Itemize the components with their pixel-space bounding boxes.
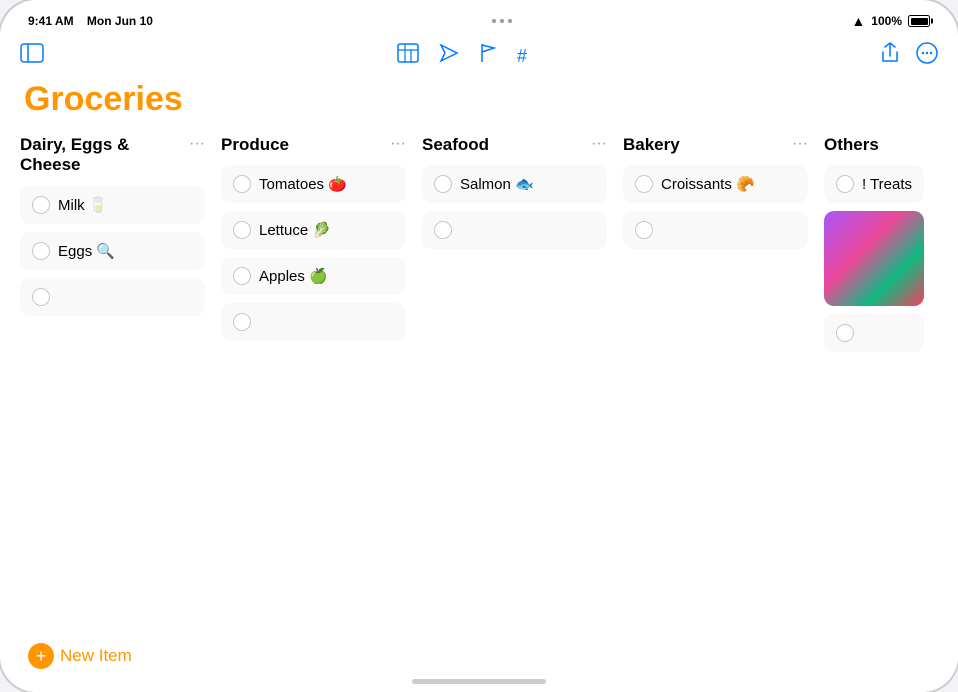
new-item-plus-icon: + bbox=[28, 643, 54, 669]
item-label-treats: ! Treats for bbox=[862, 176, 912, 193]
column-more-dairy[interactable]: ··· bbox=[185, 135, 205, 153]
item-checkbox[interactable] bbox=[635, 221, 653, 239]
item-checkbox[interactable] bbox=[434, 221, 452, 239]
item-checkbox[interactable] bbox=[635, 175, 653, 193]
item-checkbox[interactable] bbox=[233, 313, 251, 331]
column-header-bakery: Bakery ··· bbox=[623, 135, 808, 155]
list-item-empty[interactable] bbox=[221, 303, 406, 341]
column-header-produce: Produce ··· bbox=[221, 135, 406, 155]
list-item[interactable]: Eggs 🔍 bbox=[20, 232, 205, 270]
item-label: Apples 🍏 bbox=[259, 267, 328, 285]
item-checkbox[interactable] bbox=[32, 288, 50, 306]
column-title-others: Others bbox=[824, 135, 924, 155]
item-label: Tomatoes 🍅 bbox=[259, 175, 347, 193]
item-label: Lettuce 🥬 bbox=[259, 221, 331, 239]
column-seafood: Seafood ··· Salmon 🐟 bbox=[422, 135, 607, 257]
column-more-bakery[interactable]: ··· bbox=[788, 135, 808, 153]
dot3 bbox=[508, 19, 512, 23]
battery-body bbox=[908, 15, 930, 27]
list-item-empty[interactable] bbox=[824, 314, 924, 352]
dot1 bbox=[492, 19, 496, 23]
share-icon[interactable] bbox=[880, 42, 900, 70]
new-item-button[interactable]: + New Item bbox=[28, 643, 132, 669]
toolbar-left bbox=[20, 43, 44, 69]
list-item-treats[interactable]: ! Treats for bbox=[824, 165, 924, 203]
list-item[interactable]: Apples 🍏 bbox=[221, 257, 406, 295]
device-frame: 9:41 AM Mon Jun 10 ▲ 100% bbox=[0, 0, 958, 692]
date: Mon Jun 10 bbox=[87, 14, 153, 28]
page-title: Groceries bbox=[20, 80, 938, 119]
navigate-icon[interactable] bbox=[439, 43, 459, 69]
list-item[interactable]: Salmon 🐟 bbox=[422, 165, 607, 203]
list-item-empty[interactable] bbox=[422, 211, 607, 249]
item-checkbox[interactable] bbox=[233, 267, 251, 285]
battery-percent: 100% bbox=[871, 14, 902, 28]
item-label: Croissants 🥐 bbox=[661, 175, 755, 193]
column-produce: Produce ··· Tomatoes 🍅 Lettuce 🥬 Apples … bbox=[221, 135, 406, 349]
flag-icon[interactable] bbox=[479, 43, 497, 69]
item-checkbox[interactable] bbox=[233, 175, 251, 193]
item-checkbox[interactable] bbox=[836, 175, 854, 193]
item-checkbox[interactable] bbox=[434, 175, 452, 193]
more-options-icon[interactable] bbox=[916, 42, 938, 70]
status-time: 9:41 AM Mon Jun 10 bbox=[28, 14, 153, 28]
list-item[interactable]: Tomatoes 🍅 bbox=[221, 165, 406, 203]
column-title-bakery: Bakery bbox=[623, 135, 788, 155]
time: 9:41 AM bbox=[28, 14, 74, 28]
column-title-produce: Produce bbox=[221, 135, 386, 155]
column-others: Others ! Treats for bbox=[824, 135, 924, 360]
toolbar-right bbox=[880, 42, 938, 70]
plus-symbol: + bbox=[36, 647, 47, 665]
others-image bbox=[824, 211, 924, 306]
item-label: Milk 🥛 bbox=[58, 196, 108, 214]
column-bakery: Bakery ··· Croissants 🥐 bbox=[623, 135, 808, 257]
status-right: ▲ 100% bbox=[851, 13, 930, 29]
hashtag-icon[interactable]: # bbox=[517, 46, 527, 67]
column-title-seafood: Seafood bbox=[422, 135, 587, 155]
list-item-empty[interactable] bbox=[623, 211, 808, 249]
column-title-dairy: Dairy, Eggs & Cheese bbox=[20, 135, 185, 176]
wifi-icon: ▲ bbox=[851, 13, 865, 29]
column-header-dairy: Dairy, Eggs & Cheese ··· bbox=[20, 135, 205, 176]
list-item[interactable]: Milk 🥛 bbox=[20, 186, 205, 224]
column-more-seafood[interactable]: ··· bbox=[587, 135, 607, 153]
item-checkbox[interactable] bbox=[836, 324, 854, 342]
column-dairy: Dairy, Eggs & Cheese ··· Milk 🥛 Eggs 🔍 bbox=[20, 135, 205, 324]
dot2 bbox=[500, 19, 504, 23]
item-checkbox[interactable] bbox=[233, 221, 251, 239]
column-more-produce[interactable]: ··· bbox=[386, 135, 406, 153]
list-item[interactable]: Lettuce 🥬 bbox=[221, 211, 406, 249]
status-center-dots bbox=[492, 19, 512, 23]
item-label: Salmon 🐟 bbox=[460, 175, 534, 193]
battery-fill bbox=[911, 18, 928, 25]
column-header-seafood: Seafood ··· bbox=[422, 135, 607, 155]
status-bar: 9:41 AM Mon Jun 10 ▲ 100% bbox=[0, 0, 958, 36]
columns-container: Dairy, Eggs & Cheese ··· Milk 🥛 Eggs 🔍 bbox=[20, 135, 938, 360]
item-checkbox[interactable] bbox=[32, 242, 50, 260]
main-content: Groceries Dairy, Eggs & Cheese ··· Milk … bbox=[0, 80, 958, 632]
home-indicator bbox=[412, 679, 546, 684]
battery-icon bbox=[908, 15, 930, 27]
item-label: Eggs 🔍 bbox=[58, 242, 115, 260]
list-item-empty[interactable] bbox=[20, 278, 205, 316]
toolbar: # bbox=[0, 36, 958, 80]
toolbar-center: # bbox=[397, 43, 527, 69]
table-view-icon[interactable] bbox=[397, 43, 419, 69]
column-header-others: Others bbox=[824, 135, 924, 155]
item-checkbox[interactable] bbox=[32, 196, 50, 214]
new-item-label: New Item bbox=[60, 646, 132, 666]
sidebar-toggle-icon[interactable] bbox=[20, 43, 44, 69]
list-item[interactable]: Croissants 🥐 bbox=[623, 165, 808, 203]
